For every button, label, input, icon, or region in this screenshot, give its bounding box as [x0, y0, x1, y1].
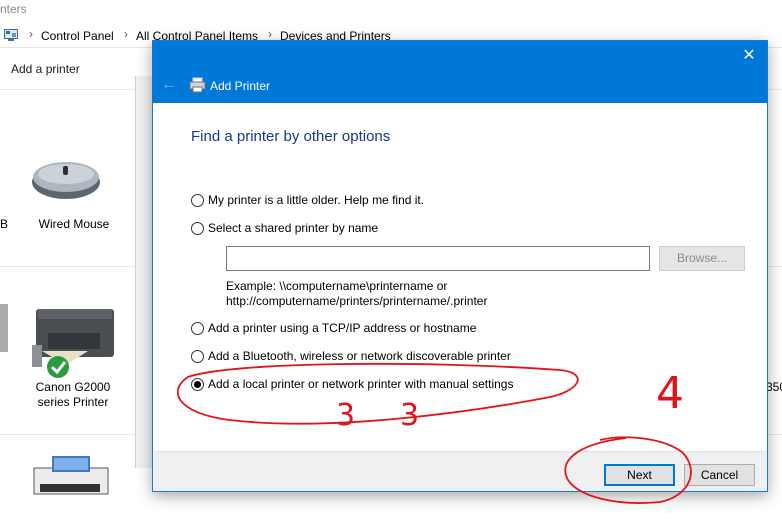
- chevron-right-icon: ›: [124, 27, 128, 41]
- option-label: Select a shared printer by name: [208, 221, 379, 235]
- printer-device-icon[interactable]: [30, 303, 118, 379]
- browse-button[interactable]: Browse...: [659, 246, 745, 271]
- option-label: Add a printer using a TCP/IP address or …: [208, 321, 477, 335]
- option-label: Add a Bluetooth, wireless or network dis…: [208, 349, 511, 363]
- back-arrow-icon[interactable]: ←: [159, 75, 179, 95]
- mouse-device-icon[interactable]: [30, 154, 102, 204]
- chevron-right-icon: ›: [29, 27, 33, 41]
- option-local-manual[interactable]: Add a local printer or network printer w…: [191, 375, 513, 393]
- device-label-canon: Canon G2000 series Printer: [35, 380, 111, 409]
- option-label: My printer is a little older. Help me fi…: [208, 193, 425, 207]
- radio-button[interactable]: [191, 321, 204, 335]
- add-printer-toolbar-button[interactable]: Add a printer: [11, 62, 80, 76]
- device-label-wired-mouse: Wired Mouse: [38, 217, 110, 231]
- radio-button-selected[interactable]: [191, 377, 204, 391]
- explorer-title-bar: nters: [0, 0, 782, 22]
- dialog-title: Add Printer: [210, 79, 271, 93]
- control-panel-icon: [4, 29, 18, 41]
- option-shared-printer[interactable]: Select a shared printer by name: [191, 219, 378, 237]
- example-line-2: http://computername/printers/printername…: [226, 294, 488, 308]
- option-bluetooth-wireless[interactable]: Add a Bluetooth, wireless or network dis…: [191, 347, 511, 365]
- shared-printer-name-input[interactable]: [226, 246, 650, 271]
- option-tcpip[interactable]: Add a printer using a TCP/IP address or …: [191, 319, 476, 337]
- example-text: Example: \\computername\printername or h…: [226, 279, 487, 309]
- breadcrumb-control-panel[interactable]: Control Panel: [41, 29, 114, 43]
- cancel-button[interactable]: Cancel: [684, 464, 755, 486]
- dialog-title-bar: ✕ ← Add Printer: [153, 41, 767, 103]
- radio-button[interactable]: [191, 221, 204, 235]
- device-label-350: 350: [766, 380, 782, 394]
- option-label: Add a local printer or network printer w…: [208, 377, 514, 391]
- printer-icon: [189, 77, 206, 93]
- printer-device-icon[interactable]: [0, 304, 10, 354]
- dialog-footer: Next Cancel: [153, 451, 767, 491]
- dialog-heading: Find a printer by other options: [191, 128, 391, 145]
- radio-button[interactable]: [191, 193, 204, 207]
- next-button[interactable]: Next: [604, 464, 675, 486]
- printer-device-icon[interactable]: [30, 454, 112, 502]
- option-older-printer[interactable]: My printer is a little older. Help me fi…: [191, 191, 424, 209]
- radio-button[interactable]: [191, 349, 204, 363]
- chevron-right-icon: ›: [268, 27, 272, 41]
- add-printer-dialog: ✕ ← Add Printer Find a printer by other …: [152, 40, 768, 492]
- device-label-b: B: [0, 217, 9, 231]
- close-icon[interactable]: ✕: [731, 41, 767, 71]
- example-line-1: Example: \\computername\printername or: [226, 279, 448, 293]
- explorer-title: nters: [0, 2, 27, 16]
